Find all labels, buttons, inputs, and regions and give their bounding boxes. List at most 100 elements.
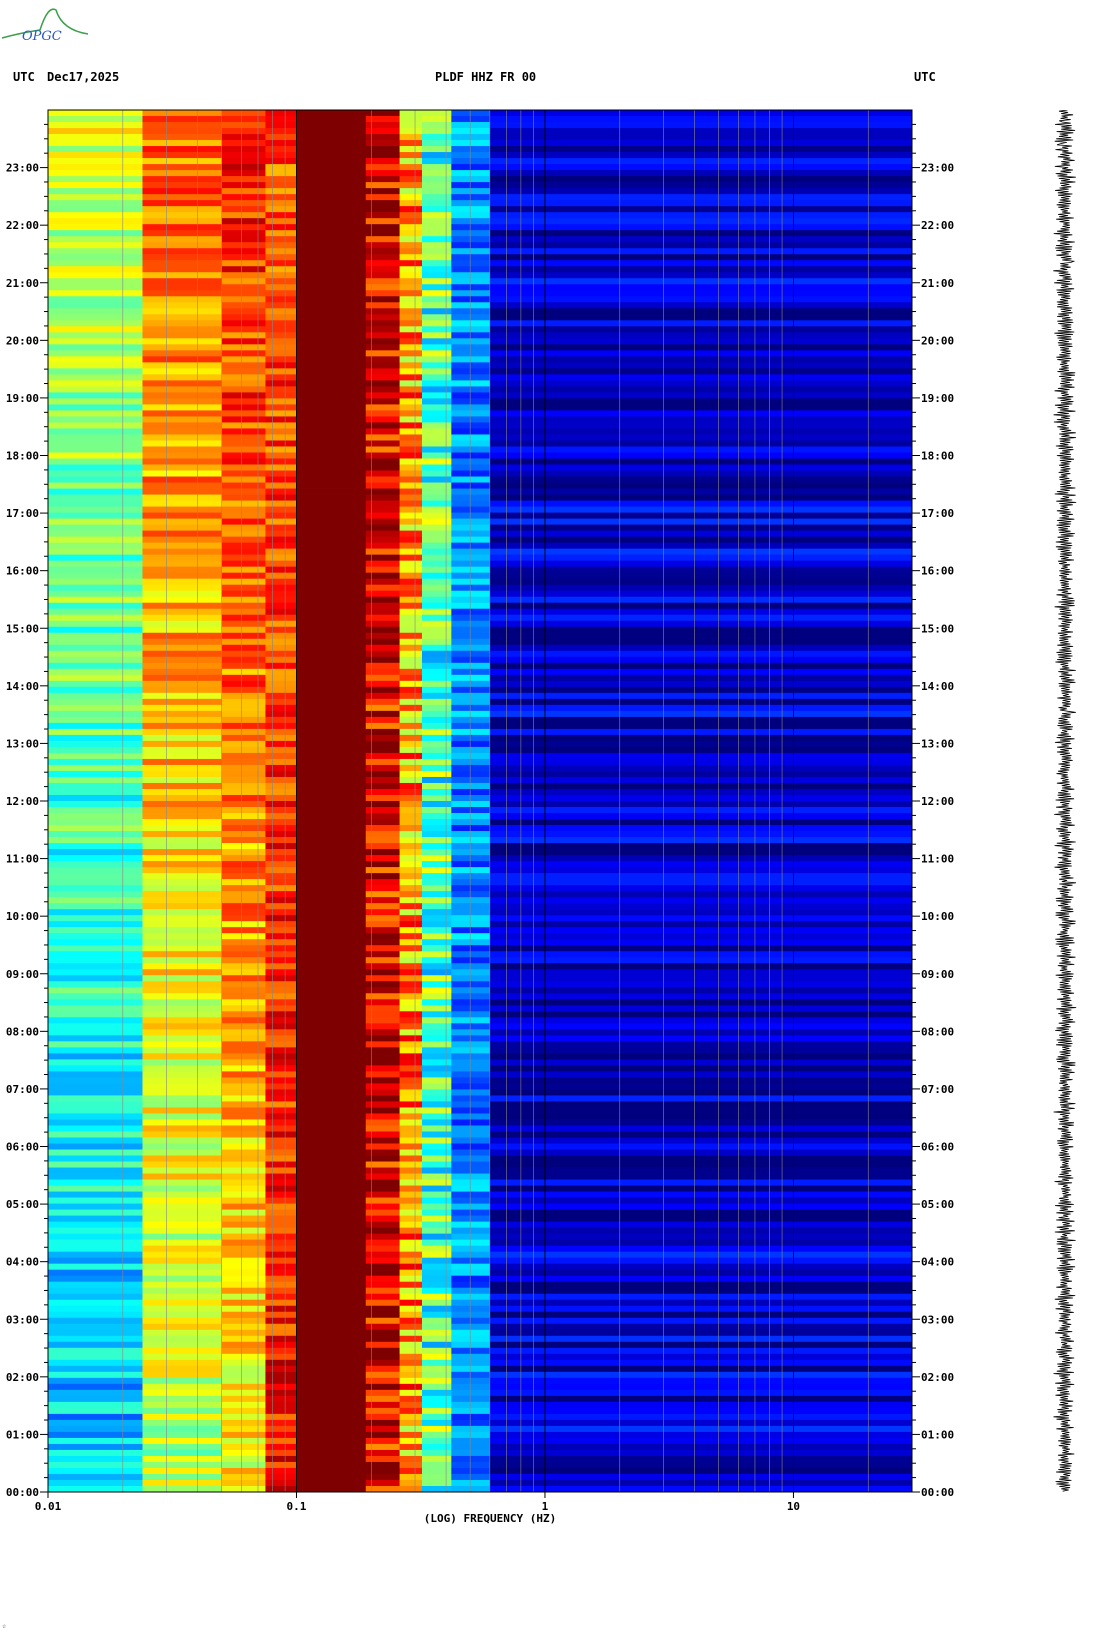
heatmap-cell [221, 975, 266, 982]
heatmap-cell [451, 1305, 491, 1313]
heatmap-cell [296, 230, 367, 237]
heatmap-cell [296, 188, 367, 195]
heatmap-cell [296, 915, 367, 922]
heatmap-cell [422, 716, 452, 724]
heatmap-cell [365, 608, 401, 616]
heatmap-cell [365, 518, 401, 525]
heatmap-cell [422, 1035, 452, 1042]
heatmap-cell [422, 1371, 452, 1379]
heatmap-cell [399, 1377, 423, 1385]
heatmap-cell [365, 146, 401, 153]
heatmap-cell [451, 1287, 491, 1295]
heatmap-cell [296, 1041, 367, 1048]
heatmap-cell [48, 236, 143, 243]
heatmap-cell [489, 1413, 913, 1421]
heatmap-cell [451, 1323, 491, 1331]
heatmap-cell [451, 404, 491, 411]
heatmap-cell [451, 1449, 491, 1457]
heatmap-cell [265, 176, 297, 183]
heatmap-cell [142, 644, 223, 652]
heatmap-cell [221, 662, 266, 670]
heatmap-cell [142, 969, 223, 976]
heatmap-cell [265, 1449, 297, 1457]
heatmap-cell [365, 644, 401, 652]
heatmap-cell [451, 1215, 491, 1223]
heatmap-cell [48, 855, 143, 862]
heatmap-cell [422, 212, 452, 219]
heatmap-cell [265, 1353, 297, 1361]
heatmap-cell [221, 1431, 266, 1439]
heatmap-cell [265, 308, 297, 315]
heatmap-cell [265, 428, 297, 435]
heatmap-cell [365, 1287, 401, 1295]
heatmap-cell [48, 1371, 143, 1379]
heatmap-cell [422, 398, 452, 405]
heatmap-cell [399, 1419, 423, 1427]
heatmap-cell [365, 975, 401, 982]
heatmap-cell [422, 464, 452, 471]
heatmap-cell [365, 861, 401, 868]
heatmap-cell [221, 176, 266, 183]
heatmap-cell [399, 632, 423, 640]
heatmap-cell [48, 1293, 143, 1301]
heatmap-cell [142, 338, 223, 345]
heatmap-cell [48, 1041, 143, 1048]
heatmap-cell [296, 548, 367, 556]
heatmap-cell [422, 524, 452, 532]
heatmap-cell [399, 686, 423, 694]
heatmap-cell [142, 776, 223, 784]
heatmap-cell [48, 1137, 143, 1144]
heatmap-cell [399, 1389, 423, 1397]
heatmap-cell [451, 1017, 491, 1024]
heatmap-cell [399, 819, 423, 826]
heatmap-cell [48, 410, 143, 417]
heatmap-cell [399, 242, 423, 249]
heatmap-cell [399, 1149, 423, 1156]
heatmap-cell [48, 837, 143, 844]
heatmap-cell [451, 867, 491, 874]
heatmap-cell [365, 728, 401, 736]
heatmap-cell [296, 386, 367, 393]
heatmap-cell [399, 662, 423, 670]
heatmap-cell [399, 1311, 423, 1319]
y-tick-label: 12:00 [6, 795, 39, 808]
heatmap-cell [399, 446, 423, 453]
heatmap-cell [422, 1149, 452, 1156]
heatmap-cell [221, 1011, 266, 1018]
heatmap-cell [48, 320, 143, 327]
heatmap-cell [265, 374, 297, 381]
heatmap-cell [48, 945, 143, 952]
heatmap-cell [365, 548, 401, 556]
heatmap-cell [221, 356, 266, 363]
heatmap-cell [265, 500, 297, 507]
heatmap-cell [265, 200, 297, 207]
heatmap-cell [399, 638, 423, 646]
heatmap-cell [265, 999, 297, 1006]
heatmap-cell [142, 470, 223, 477]
heatmap-cell [365, 1377, 401, 1385]
heatmap-cell [142, 1215, 223, 1223]
heatmap-cell [221, 740, 266, 748]
heatmap-cell [142, 302, 223, 309]
heatmap-cell [451, 1203, 491, 1210]
heatmap-cell [48, 1257, 143, 1265]
heatmap-cell [399, 518, 423, 525]
heatmap-cell [365, 350, 401, 357]
heatmap-cell [365, 1185, 401, 1192]
heatmap-cell [489, 1419, 913, 1427]
heatmap-cell [48, 782, 143, 790]
heatmap-cell [48, 458, 143, 465]
heatmap-cell [221, 350, 266, 357]
heatmap-cell [451, 1005, 491, 1012]
heatmap-cell [451, 1473, 491, 1481]
heatmap-cell [399, 404, 423, 411]
heatmap-cell [142, 638, 223, 646]
heatmap-cell [221, 921, 266, 928]
heatmap-cell [265, 1161, 297, 1168]
heatmap-cell [422, 1197, 452, 1204]
heatmap-cell [489, 680, 913, 688]
heatmap-cell [48, 1029, 143, 1036]
heatmap-cell [451, 1047, 491, 1054]
heatmap-cell [265, 542, 297, 550]
heatmap-cell [265, 1365, 297, 1373]
